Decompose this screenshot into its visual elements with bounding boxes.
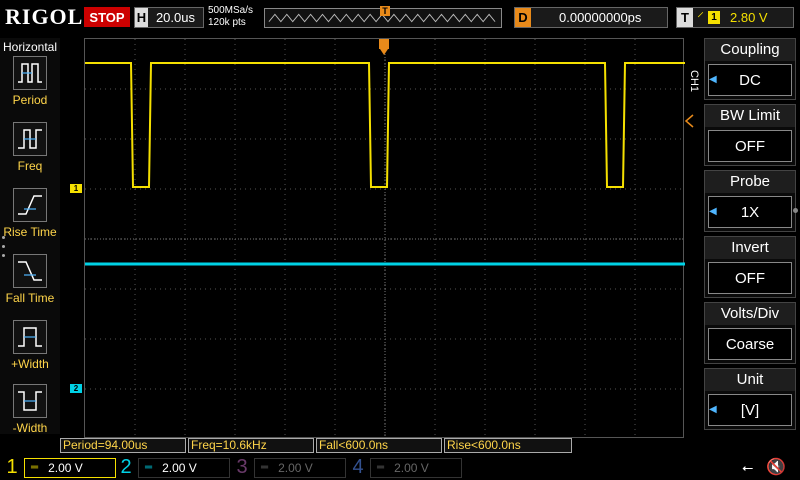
dc-coupling-icon: ═: [31, 462, 39, 473]
positive-width-label: +Width: [11, 357, 49, 371]
ch1-scale: 2.00 V: [48, 460, 83, 475]
sample-rate: 500MSa/s: [208, 5, 254, 16]
invert-button[interactable]: Invert OFF: [704, 236, 796, 298]
rise-time-label: Rise Time: [3, 225, 57, 239]
volts-div-value: Coarse: [708, 328, 792, 360]
rise-measurement[interactable]: Rise<600.0ns: [444, 438, 572, 453]
select-arrow-icon: ◀: [709, 206, 717, 217]
bw-limit-label: BW Limit: [705, 105, 795, 127]
measurement-bar: Period=94.00us Freq=10.6kHz Fall<600.0ns…: [60, 438, 700, 454]
ch4-scale: 2.00 V: [394, 460, 429, 475]
fall-time-label: Fall Time: [5, 291, 55, 305]
select-arrow-icon: ◀: [709, 74, 717, 85]
waveform-display[interactable]: [84, 38, 685, 439]
fall-time-icon: [13, 254, 47, 288]
rise-time-icon: [13, 188, 47, 222]
ch3-status[interactable]: 3 ═ 2.00 V: [232, 455, 346, 480]
trigger-level-marker-icon: [684, 114, 694, 128]
dc-coupling-icon: ═: [145, 462, 153, 473]
trigger-position-marker: T: [380, 6, 390, 16]
trigger-point-icon: [379, 39, 389, 55]
menu-page-indicator: [2, 236, 6, 263]
freq-icon: [13, 122, 47, 156]
run-stop-status[interactable]: STOP: [84, 7, 130, 27]
ch2-scale: 2.00 V: [162, 460, 197, 475]
ch1-offset-marker[interactable]: 1: [70, 184, 82, 193]
measure-fall-time-button[interactable]: Fall Time: [0, 254, 60, 314]
brand-logo: RIGOL: [5, 4, 84, 29]
trigger-level: 2.80 V: [730, 10, 768, 25]
ch1-scale-box: ═ 2.00 V: [24, 457, 116, 478]
channel-menu: Coupling DC ◀ BW Limit OFF Probe 1X ◀ In…: [704, 38, 800, 434]
menu-title: Horizontal: [2, 40, 58, 54]
ch2-status[interactable]: 2 ═ 2.00 V: [116, 455, 230, 480]
ch1-status[interactable]: 1 ═ 2.00 V: [2, 455, 116, 480]
ch4-number: 4: [352, 456, 364, 478]
delay-display[interactable]: D 0.00000000ps: [514, 7, 668, 28]
trigger-display[interactable]: T ⸍ 1 2.80 V: [676, 7, 794, 28]
usb-icon: ⭠: [742, 459, 754, 475]
measure-freq-button[interactable]: Freq: [0, 122, 60, 182]
speaker-muted-icon[interactable]: 🔇: [766, 457, 786, 477]
ch1-waveform: [85, 62, 685, 188]
fall-measurement[interactable]: Fall<600.0ns: [316, 438, 442, 453]
acquisition-info: 500MSa/s 120k pts: [208, 5, 253, 29]
coupling-button[interactable]: Coupling DC ◀: [704, 38, 796, 100]
trigger-key: T: [677, 8, 693, 27]
ch1-number: 1: [6, 456, 18, 478]
ch2-number: 2: [120, 456, 132, 478]
dc-coupling-icon: ═: [377, 462, 385, 473]
measure-period-button[interactable]: Period: [0, 56, 60, 116]
period-measurement[interactable]: Period=94.00us: [60, 438, 186, 453]
delay-value: 0.00000000ps: [559, 10, 642, 25]
waveform-traces: [85, 62, 685, 266]
ch4-scale-box: ═ 2.00 V: [370, 457, 462, 478]
ch2-offset-marker[interactable]: 2: [70, 384, 82, 393]
channel-status-bar: 1 ═ 2.00 V 2 ═ 2.00 V 3 ═ 2.00 V 4 ═ 2.0…: [0, 455, 800, 480]
timebase-display[interactable]: H 20.0us: [134, 7, 204, 28]
probe-label: Probe: [705, 171, 795, 193]
period-icon: [13, 56, 47, 90]
bw-limit-button[interactable]: BW Limit OFF: [704, 104, 796, 166]
measure-positive-width-button[interactable]: +Width: [0, 320, 60, 380]
invert-value: OFF: [708, 262, 792, 294]
ch2-scale-box: ═ 2.00 V: [138, 457, 230, 478]
volts-div-label: Volts/Div: [705, 303, 795, 325]
unit-label: Unit: [705, 369, 795, 391]
ch3-scale: 2.00 V: [278, 460, 313, 475]
unit-button[interactable]: Unit [V] ◀: [704, 368, 796, 430]
measure-negative-width-button[interactable]: -Width: [0, 384, 60, 444]
top-status-bar: RIGOL STOP H 20.0us 500MSa/s 120k pts T …: [0, 0, 800, 38]
period-label: Period: [12, 93, 48, 107]
unit-value: [V]: [708, 394, 792, 426]
positive-width-icon: [13, 320, 47, 354]
trigger-source: 1: [708, 11, 720, 24]
probe-value: 1X: [708, 196, 792, 228]
timebase-key: H: [135, 8, 148, 27]
select-arrow-icon: ◀: [709, 404, 717, 415]
negative-width-label: -Width: [12, 421, 48, 435]
ch1-menu-tab[interactable]: CH1: [686, 66, 702, 96]
invert-label: Invert: [705, 237, 795, 259]
delay-key: D: [515, 8, 531, 27]
probe-button[interactable]: Probe 1X ◀: [704, 170, 796, 232]
ch4-status[interactable]: 4 ═ 2.00 V: [348, 455, 462, 480]
ch3-number: 3: [236, 456, 248, 478]
measure-rise-time-button[interactable]: Rise Time: [0, 188, 60, 248]
menu-page-dot: [793, 208, 798, 213]
rising-edge-icon: ⸍: [697, 9, 704, 25]
bw-limit-value: OFF: [708, 130, 792, 162]
memory-depth: 120k pts: [208, 17, 246, 28]
horizontal-measure-menu: Horizontal Period Freq Rise Time Fall Ti…: [0, 38, 60, 435]
freq-label: Freq: [17, 159, 43, 173]
dc-coupling-icon: ═: [261, 462, 269, 473]
ch3-scale-box: ═ 2.00 V: [254, 457, 346, 478]
timebase-value: 20.0us: [155, 10, 195, 25]
volts-div-button[interactable]: Volts/Div Coarse: [704, 302, 796, 364]
coupling-label: Coupling: [705, 39, 795, 61]
negative-width-icon: [13, 384, 47, 418]
freq-measurement[interactable]: Freq=10.6kHz: [188, 438, 314, 453]
coupling-value: DC: [708, 64, 792, 96]
